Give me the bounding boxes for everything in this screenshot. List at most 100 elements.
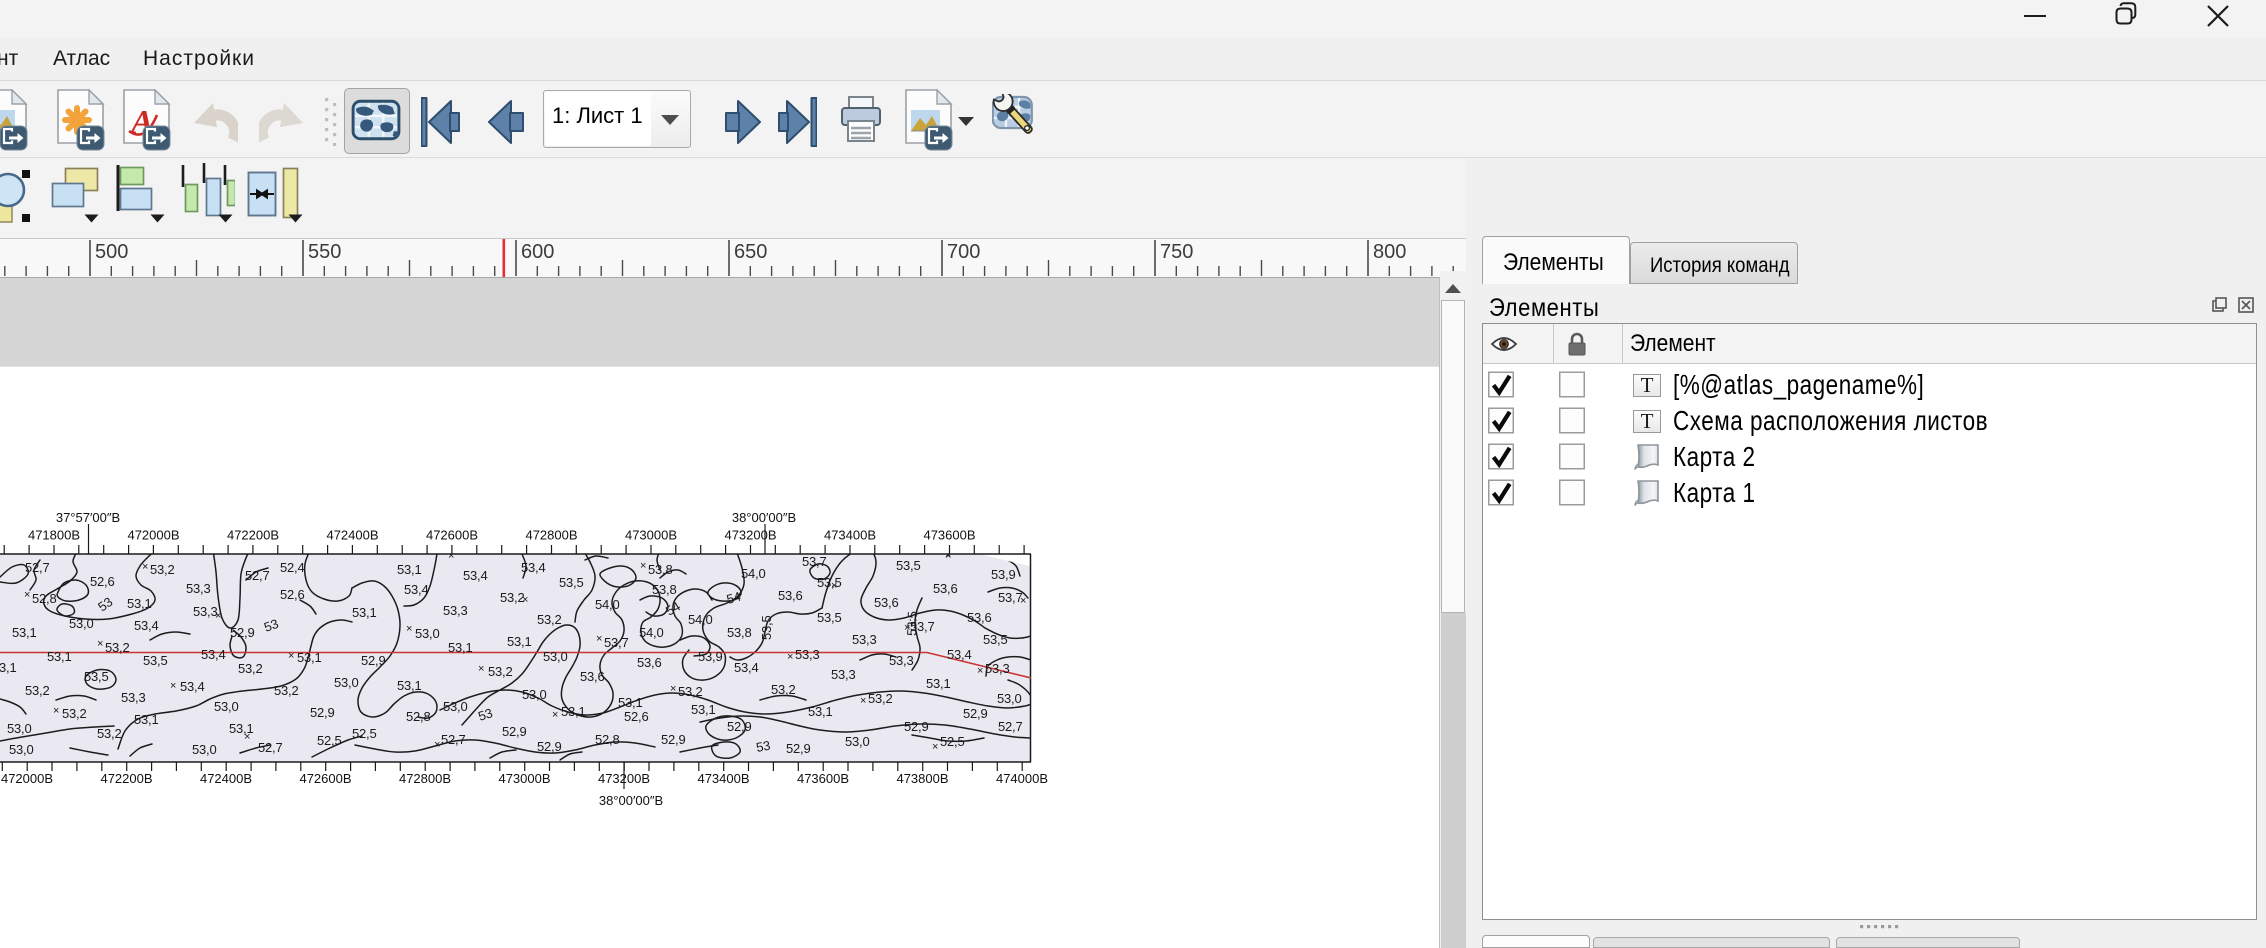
svg-text:53,2: 53,2 bbox=[868, 691, 893, 706]
svg-text:52,9: 52,9 bbox=[661, 732, 686, 747]
svg-text:53,0: 53,0 bbox=[543, 649, 568, 664]
svg-text:52,5: 52,5 bbox=[317, 733, 342, 748]
svg-text:52,9: 52,9 bbox=[502, 724, 527, 739]
svg-text:53,4: 53,4 bbox=[521, 560, 546, 575]
svg-text:52,5: 52,5 bbox=[352, 726, 377, 741]
svg-text:52,4: 52,4 bbox=[280, 560, 305, 575]
svg-text:53,2: 53,2 bbox=[105, 640, 130, 655]
svg-text:53,1: 53,1 bbox=[618, 695, 643, 710]
svg-text:×: × bbox=[945, 549, 951, 561]
svg-text:53,4: 53,4 bbox=[201, 647, 226, 662]
svg-text:×: × bbox=[977, 665, 983, 677]
svg-text:×: × bbox=[170, 680, 176, 692]
svg-text:53,6: 53,6 bbox=[637, 655, 662, 670]
svg-text:53,8: 53,8 bbox=[648, 562, 673, 577]
svg-text:53,2: 53,2 bbox=[238, 661, 263, 676]
svg-text:53,9: 53,9 bbox=[991, 567, 1016, 582]
svg-text:52,9: 52,9 bbox=[310, 705, 335, 720]
svg-text:×: × bbox=[215, 610, 221, 622]
svg-text:53,6: 53,6 bbox=[778, 588, 803, 603]
svg-text:×: × bbox=[787, 651, 793, 663]
svg-text:53,0: 53,0 bbox=[9, 742, 34, 757]
svg-text:53,1: 53,1 bbox=[352, 605, 377, 620]
svg-text:×: × bbox=[670, 683, 676, 695]
svg-text:53,6: 53,6 bbox=[580, 669, 605, 684]
svg-text:53,7: 53,7 bbox=[998, 590, 1023, 605]
svg-text:54,0: 54,0 bbox=[639, 625, 664, 640]
svg-text:52,8: 52,8 bbox=[406, 709, 431, 724]
svg-text:53,2: 53,2 bbox=[62, 706, 87, 721]
svg-text:650: 650 bbox=[734, 241, 767, 263]
svg-text:38°00′00″В: 38°00′00″В bbox=[732, 510, 796, 525]
svg-text:53,1: 53,1 bbox=[448, 640, 473, 655]
svg-text:53,1: 53,1 bbox=[397, 562, 422, 577]
svg-text:53,3: 53,3 bbox=[193, 604, 218, 619]
svg-text:53,4: 53,4 bbox=[947, 647, 972, 662]
svg-text:53,1: 53,1 bbox=[134, 712, 159, 727]
svg-text:52,7: 52,7 bbox=[258, 740, 283, 755]
svg-text:×: × bbox=[860, 695, 866, 707]
svg-text:52,8: 52,8 bbox=[595, 732, 620, 747]
svg-text:52,6: 52,6 bbox=[280, 587, 305, 602]
svg-text:52,9: 52,9 bbox=[963, 706, 988, 721]
svg-text:53,0: 53,0 bbox=[69, 616, 94, 631]
svg-text:600: 600 bbox=[521, 241, 554, 263]
svg-text:473000В: 473000В bbox=[625, 528, 677, 543]
svg-text:53,2: 53,2 bbox=[678, 684, 703, 699]
svg-text:53,2: 53,2 bbox=[274, 683, 299, 698]
svg-text:471800В: 471800В bbox=[28, 528, 80, 543]
svg-text:×: × bbox=[1020, 595, 1026, 607]
svg-text:53,4: 53,4 bbox=[734, 660, 759, 675]
svg-text:54,0: 54,0 bbox=[741, 566, 766, 581]
svg-text:×: × bbox=[434, 739, 440, 751]
svg-text:52,8: 52,8 bbox=[32, 591, 57, 606]
svg-text:473800В: 473800В bbox=[896, 771, 948, 786]
svg-text:53,0: 53,0 bbox=[214, 699, 239, 714]
svg-text:×: × bbox=[448, 550, 454, 562]
svg-text:52,7: 52,7 bbox=[441, 732, 466, 747]
svg-text:550: 550 bbox=[308, 241, 341, 263]
svg-text:500: 500 bbox=[95, 241, 128, 263]
svg-text:473200В: 473200В bbox=[724, 528, 776, 543]
svg-text:52,7: 52,7 bbox=[998, 719, 1023, 734]
svg-text:53,1: 53,1 bbox=[691, 702, 716, 717]
svg-text:53,5: 53,5 bbox=[817, 610, 842, 625]
svg-text:53,2: 53,2 bbox=[25, 683, 50, 698]
svg-text:53,4: 53,4 bbox=[404, 582, 429, 597]
svg-text:472800В: 472800В bbox=[525, 528, 577, 543]
svg-text:52,5: 52,5 bbox=[940, 734, 965, 749]
svg-text:52,9: 52,9 bbox=[230, 625, 255, 640]
svg-text:×: × bbox=[522, 594, 528, 606]
svg-text:53,0: 53,0 bbox=[415, 626, 440, 641]
svg-text:×: × bbox=[831, 580, 837, 592]
svg-text:52,7: 52,7 bbox=[25, 560, 50, 575]
svg-text:53,1: 53,1 bbox=[808, 704, 833, 719]
svg-text:53,6: 53,6 bbox=[874, 595, 899, 610]
svg-text:53,5: 53,5 bbox=[759, 615, 774, 640]
svg-text:474000В: 474000В bbox=[996, 771, 1048, 786]
svg-text:472200В: 472200В bbox=[100, 771, 152, 786]
svg-text:×: × bbox=[24, 589, 30, 601]
svg-text:53,4: 53,4 bbox=[463, 568, 488, 583]
svg-text:53:5: 53:5 bbox=[904, 611, 920, 636]
svg-text:52,9: 52,9 bbox=[727, 719, 752, 734]
svg-text:×: × bbox=[932, 741, 938, 753]
svg-text:54,0: 54,0 bbox=[688, 612, 713, 627]
svg-text:53,2: 53,2 bbox=[150, 562, 175, 577]
svg-text:472200В: 472200В bbox=[227, 528, 279, 543]
svg-text:53: 53 bbox=[755, 738, 771, 755]
svg-text:52,6: 52,6 bbox=[90, 574, 115, 589]
svg-text:53,1: 53,1 bbox=[127, 596, 152, 611]
svg-text:472000В: 472000В bbox=[127, 528, 179, 543]
svg-text:53,5: 53,5 bbox=[983, 632, 1008, 647]
svg-text:×: × bbox=[552, 709, 558, 721]
svg-text:53,3: 53,3 bbox=[852, 632, 877, 647]
svg-text:53,5: 53,5 bbox=[559, 575, 584, 590]
svg-text:53,7: 53,7 bbox=[802, 554, 827, 569]
svg-text:53,1: 53,1 bbox=[561, 704, 586, 719]
svg-text:54,0: 54,0 bbox=[595, 597, 620, 612]
svg-text:52,7: 52,7 bbox=[245, 568, 270, 583]
svg-text:53,1: 53,1 bbox=[0, 660, 17, 675]
svg-text:53,0: 53,0 bbox=[192, 742, 217, 757]
svg-text:52,9: 52,9 bbox=[361, 653, 386, 668]
